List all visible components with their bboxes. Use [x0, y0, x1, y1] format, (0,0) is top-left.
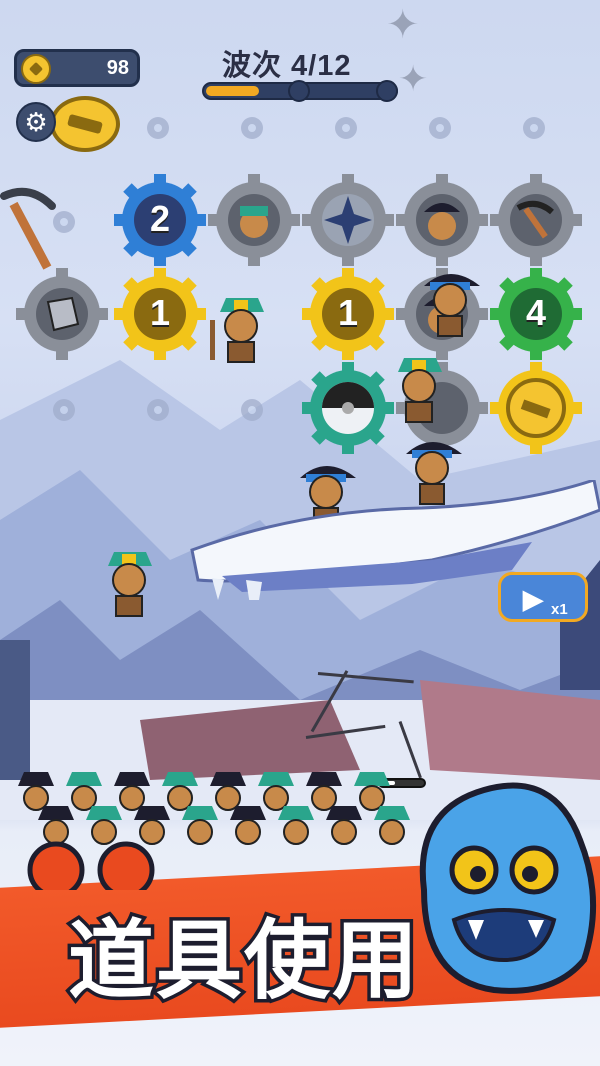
gear-icon: ⚙ [24, 106, 48, 137]
coin-counter: 98 [14, 49, 140, 87]
warrior-unit[interactable] [384, 350, 454, 430]
empty-slot-icon[interactable] [518, 112, 550, 144]
pickaxe-icon [0, 187, 56, 270]
merge-gear-2[interactable]: 2 [112, 172, 208, 268]
army-warrior [162, 772, 198, 811]
empty-slot-icon[interactable] [48, 394, 80, 426]
wave-progress-bar [202, 80, 398, 102]
army-warrior [326, 806, 362, 845]
hero-gear[interactable] [394, 172, 490, 268]
shuriken-icon: ✦ [386, 3, 420, 47]
empty-slot-icon[interactable] [142, 394, 174, 426]
wave-label: 波次 4/12 [222, 50, 352, 82]
blue-monster [419, 782, 597, 994]
wave-node [376, 80, 398, 102]
pickaxe-gear[interactable] [488, 172, 584, 268]
speed-toggle-button[interactable]: ▶ x1 [498, 572, 588, 622]
game-scene: 98 波次 4/12 ⚙ ✦ ✦ 2 1 1 4 ▶ x1 道具使用 [0, 0, 600, 1066]
promo-title: 道具使用 [65, 908, 422, 1015]
merge-gear-4[interactable]: 4 [488, 266, 584, 362]
shuriken-icon: ✦ [398, 58, 429, 99]
settings-button[interactable]: ⚙ [16, 102, 56, 142]
saw-gear[interactable] [300, 360, 396, 456]
army-warrior [66, 772, 102, 811]
army-warrior [114, 772, 150, 811]
army-warrior [278, 806, 314, 845]
coin-gear[interactable] [488, 360, 584, 456]
wave-node [288, 80, 310, 102]
stone-gear[interactable] [14, 266, 110, 362]
gold-coin-icon [50, 96, 120, 152]
empty-slot-icon[interactable] [142, 112, 174, 144]
warrior-unit[interactable] [94, 544, 164, 624]
merge-gear-1[interactable]: 1 [112, 266, 208, 362]
coin-icon [21, 54, 51, 84]
play-icon: ▶ [523, 584, 543, 614]
gear-level: 2 [149, 198, 171, 239]
empty-slot-icon[interactable] [330, 112, 362, 144]
empty-slot-icon[interactable] [236, 394, 268, 426]
army-warrior [18, 772, 54, 811]
speed-label: x1 [551, 601, 568, 618]
empty-slot-icon[interactable] [236, 112, 268, 144]
warrior-unit[interactable] [410, 262, 490, 342]
army-warrior [354, 772, 390, 811]
wave-progress-fill [206, 86, 259, 96]
gear-level: 4 [525, 292, 547, 333]
settings-area: ⚙ [16, 96, 120, 152]
empty-slot-icon[interactable] [424, 112, 456, 144]
gear-level: 1 [337, 292, 359, 333]
merge-gear-1[interactable]: 1 [300, 266, 396, 362]
army-warrior [210, 772, 246, 811]
army-warrior [306, 772, 342, 811]
army-warrior [258, 772, 294, 811]
army-warrior [230, 806, 266, 845]
gear-decoration [27, 841, 155, 890]
warrior-unit[interactable] [206, 290, 276, 370]
shuriken-gear[interactable] [300, 172, 396, 268]
army-warrior [182, 806, 218, 845]
hero-gear[interactable] [206, 172, 302, 268]
coin-value: 98 [106, 57, 129, 79]
gear-level: 1 [149, 292, 171, 333]
